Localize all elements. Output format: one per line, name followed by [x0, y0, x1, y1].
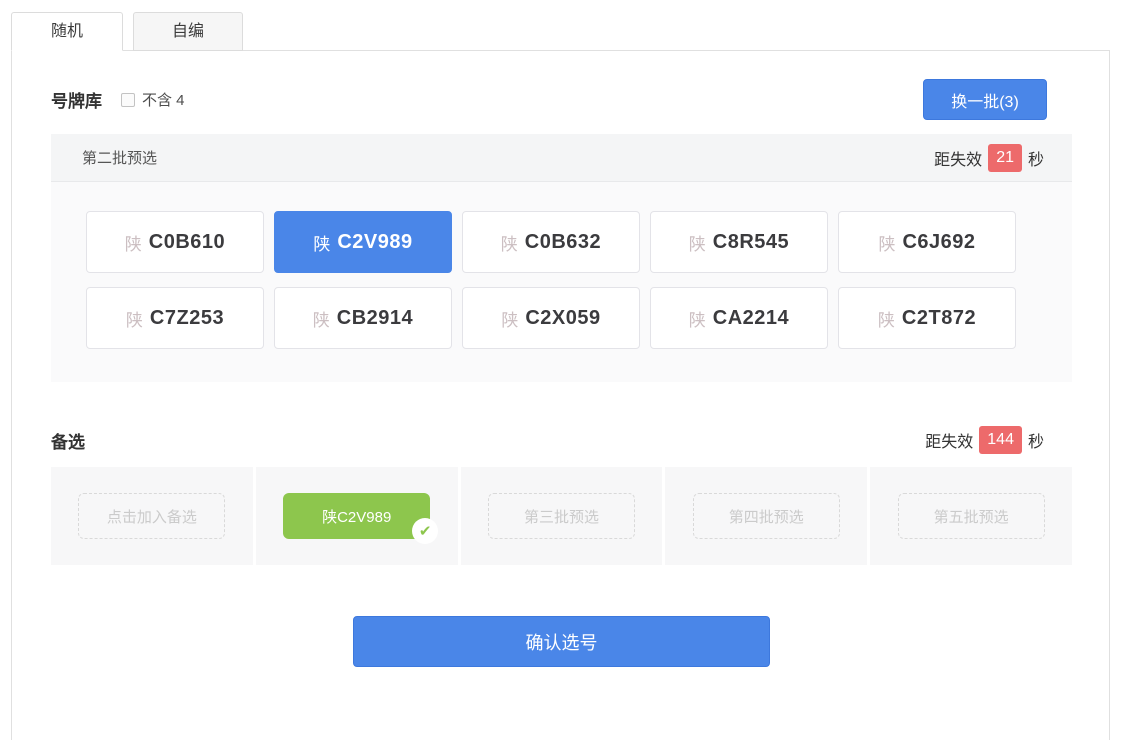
- alternative-plate-selected[interactable]: 陕C2V989 ✔: [283, 493, 430, 539]
- plate-prefix: 陕: [126, 306, 143, 331]
- batch-expiry-suffix: 秒: [1028, 146, 1044, 170]
- plate-number: CB2914: [337, 307, 413, 330]
- plate-grid: 陕 C0B610 陕 C2V989 陕 C0B632 陕 C8R545 陕: [86, 182, 1016, 382]
- alternative-slot-placeholder: 第三批预选: [488, 493, 635, 539]
- batch-header: 第二批预选 距失效 21 秒: [51, 134, 1072, 182]
- plate-prefix: 陕: [313, 230, 330, 255]
- pool-header: 号牌库 不含 4 换一批(3): [51, 79, 1072, 120]
- alternative-slot-cell: 第三批预选: [461, 467, 663, 565]
- plate-option[interactable]: 陕 C2X059: [462, 287, 640, 349]
- tab-custom[interactable]: 自编: [133, 12, 243, 51]
- alternative-slot-cell: 陕C2V989 ✔: [256, 467, 458, 565]
- plate-prefix: 陕: [501, 306, 518, 331]
- alternative-slot-cell: 点击加入备选: [51, 467, 253, 565]
- batch-expiry-prefix: 距失效: [934, 146, 982, 170]
- plate-prefix: 陕: [878, 230, 895, 255]
- tab-random[interactable]: 随机: [11, 12, 123, 51]
- check-icon: ✔: [412, 518, 438, 544]
- plate-option[interactable]: 陕 C0B610: [86, 211, 264, 273]
- alternatives-header: 备选 距失效 144 秒: [51, 426, 1072, 454]
- plate-prefix: 陕: [878, 306, 895, 331]
- plate-number: C2X059: [525, 307, 600, 330]
- plate-prefix: 陕: [689, 306, 706, 331]
- plate-option[interactable]: 陕 CB2914: [274, 287, 452, 349]
- alternative-slot-placeholder: 第五批预选: [898, 493, 1045, 539]
- plate-prefix: 陕: [501, 230, 518, 255]
- plate-number: C8R545: [713, 231, 789, 254]
- confirm-selection-button[interactable]: 确认选号: [353, 616, 770, 667]
- pool-title: 号牌库: [51, 87, 102, 112]
- plate-option[interactable]: 陕 C6J692: [838, 211, 1016, 273]
- alternatives-title: 备选: [51, 428, 85, 453]
- plate-number: CA2214: [713, 307, 789, 330]
- plate-number: C2V989: [337, 231, 412, 254]
- plate-option[interactable]: 陕 C8R545: [650, 211, 828, 273]
- alternatives-strip: 点击加入备选 陕C2V989 ✔ 第三批预选 第四批预选 第五批预选: [51, 467, 1072, 565]
- plate-number: C0B610: [149, 231, 225, 254]
- alternative-plate-label: 陕C2V989: [322, 506, 391, 527]
- tab-panel: 号牌库 不含 4 换一批(3) 第二批预选 距失效 21 秒 陕 C0B610: [11, 50, 1110, 740]
- plate-prefix: 陕: [313, 306, 330, 331]
- alternatives-expiry-prefix: 距失效: [925, 428, 973, 452]
- alternative-slot-cell: 第四批预选: [665, 467, 867, 565]
- alternatives-expiry-suffix: 秒: [1028, 428, 1044, 452]
- plate-option[interactable]: 陕 C0B632: [462, 211, 640, 273]
- plate-option[interactable]: 陕 C2T872: [838, 287, 1016, 349]
- refresh-batch-button[interactable]: 换一批(3): [923, 79, 1047, 120]
- alternatives-expiry-seconds-badge: 144: [979, 426, 1022, 454]
- add-alternative-button[interactable]: 点击加入备选: [78, 493, 225, 539]
- plate-number: C0B632: [525, 231, 601, 254]
- exclude-4-checkbox[interactable]: [121, 93, 135, 107]
- plate-prefix: 陕: [125, 230, 142, 255]
- batch-title: 第二批预选: [82, 147, 157, 168]
- tab-bar: 随机 自编: [11, 12, 243, 50]
- plate-option[interactable]: 陕 C7Z253: [86, 287, 264, 349]
- alternative-slot-placeholder: 第四批预选: [693, 493, 840, 539]
- exclude-4-label: 不含 4: [142, 89, 185, 110]
- plate-prefix: 陕: [689, 230, 706, 255]
- alternative-slot-cell: 第五批预选: [870, 467, 1072, 565]
- plate-number: C7Z253: [150, 307, 224, 330]
- alternatives-expiry-countdown: 距失效 144 秒: [925, 426, 1044, 454]
- batch-expiry-countdown: 距失效 21 秒: [934, 144, 1044, 172]
- batch-expiry-seconds-badge: 21: [988, 144, 1022, 172]
- plate-number: C6J692: [902, 231, 975, 254]
- plate-number: C2T872: [902, 307, 976, 330]
- plate-option[interactable]: 陕 CA2214: [650, 287, 828, 349]
- plate-option-selected[interactable]: 陕 C2V989: [274, 211, 452, 273]
- batch-section: 第二批预选 距失效 21 秒 陕 C0B610 陕 C2V989: [51, 134, 1072, 382]
- confirm-row: 确认选号: [51, 616, 1072, 667]
